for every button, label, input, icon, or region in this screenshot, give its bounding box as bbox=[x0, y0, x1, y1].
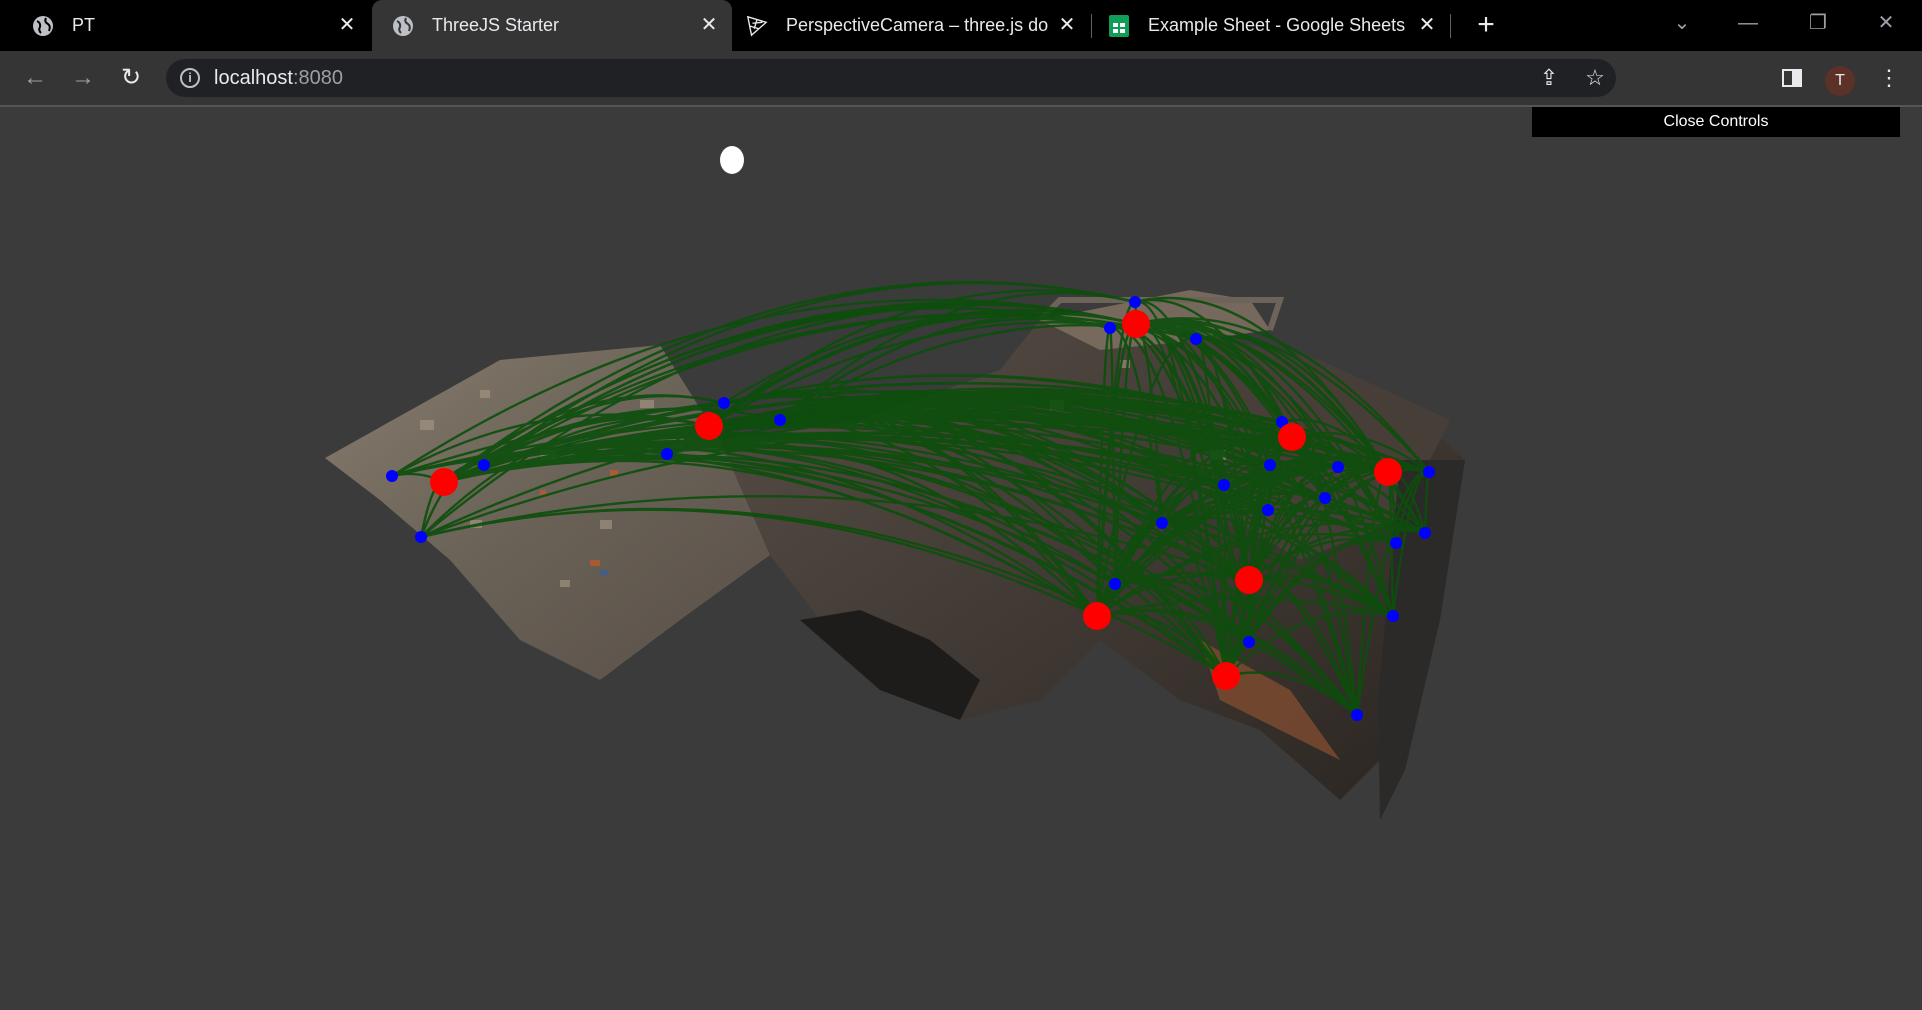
waypoint-node[interactable] bbox=[386, 470, 398, 482]
waypoint-node[interactable] bbox=[1262, 504, 1274, 516]
waypoint-node[interactable] bbox=[1264, 459, 1276, 471]
url-host: localhost bbox=[214, 66, 293, 89]
reload-button[interactable]: ↻ bbox=[114, 61, 148, 95]
camera-node[interactable] bbox=[1212, 662, 1240, 690]
back-button[interactable]: ← bbox=[18, 61, 52, 95]
waypoint-node[interactable] bbox=[1190, 333, 1202, 345]
camera-node[interactable] bbox=[695, 412, 723, 440]
profile-avatar[interactable]: T bbox=[1825, 66, 1855, 96]
threejs-icon bbox=[746, 15, 768, 37]
waypoint-node[interactable] bbox=[1243, 636, 1255, 648]
close-window-icon[interactable]: ✕ bbox=[1868, 8, 1904, 38]
close-controls-button[interactable]: Close Controls bbox=[1532, 107, 1900, 137]
waypoint-node[interactable] bbox=[661, 448, 673, 460]
camera-node[interactable] bbox=[430, 468, 458, 496]
tab-perspective-camera[interactable]: PerspectiveCamera – three.js doc ✕ bbox=[732, 0, 1090, 51]
new-tab-button[interactable]: + bbox=[1470, 9, 1502, 41]
globe-icon bbox=[32, 15, 54, 37]
threejs-canvas[interactable] bbox=[0, 107, 1922, 1010]
tab-title: Example Sheet - Google Sheets bbox=[1148, 15, 1406, 35]
tab-title: ThreeJS Starter bbox=[432, 15, 560, 35]
minimize-icon[interactable]: — bbox=[1730, 8, 1766, 38]
close-tab-icon[interactable]: ✕ bbox=[336, 14, 358, 36]
close-tab-icon[interactable]: ✕ bbox=[1056, 14, 1078, 36]
tab-pt[interactable]: PT ✕ bbox=[0, 0, 370, 51]
url-port: :8080 bbox=[292, 66, 343, 89]
restore-icon[interactable]: ❐ bbox=[1800, 8, 1836, 38]
waypoint-node[interactable] bbox=[774, 414, 786, 426]
tab-example-sheet[interactable]: Example Sheet - Google Sheets ✕ bbox=[1092, 0, 1450, 51]
forward-button[interactable]: → bbox=[66, 61, 100, 95]
tab-strip: PT ✕ ThreeJS Starter ✕ PerspectiveCamera… bbox=[0, 0, 1922, 51]
close-tab-icon[interactable]: ✕ bbox=[698, 14, 720, 36]
camera-node[interactable] bbox=[1235, 566, 1263, 594]
camera-node[interactable] bbox=[1374, 458, 1402, 486]
tab-title: PT bbox=[72, 15, 96, 35]
waypoint-node[interactable] bbox=[718, 397, 730, 409]
side-panel-icon[interactable] bbox=[1775, 61, 1809, 95]
waypoint-node[interactable] bbox=[1387, 610, 1399, 622]
address-bar[interactable]: i localhost:8080 ⇪ ☆ bbox=[166, 59, 1616, 97]
tab-threejs-starter[interactable]: ThreeJS Starter ✕ bbox=[372, 0, 732, 51]
tab-separator bbox=[1450, 14, 1451, 38]
waypoint-node[interactable] bbox=[1104, 322, 1116, 334]
waypoint-node[interactable] bbox=[1218, 479, 1230, 491]
waypoint-node[interactable] bbox=[1423, 466, 1435, 478]
waypoint-node[interactable] bbox=[1129, 296, 1141, 308]
waypoint-node[interactable] bbox=[1390, 537, 1402, 549]
menu-kebab-icon[interactable]: ⋮ bbox=[1872, 61, 1906, 95]
waypoint-node[interactable] bbox=[478, 459, 490, 471]
waypoint-node[interactable] bbox=[1319, 492, 1331, 504]
waypoint-node[interactable] bbox=[1109, 578, 1121, 590]
scene-render bbox=[325, 146, 1465, 820]
waypoint-node[interactable] bbox=[1419, 527, 1431, 539]
waypoint-node[interactable] bbox=[1332, 461, 1344, 473]
tab-title: PerspectiveCamera – three.js doc bbox=[786, 15, 1048, 35]
waypoint-node[interactable] bbox=[1156, 517, 1168, 529]
bookmark-star-icon[interactable]: ☆ bbox=[1580, 59, 1610, 97]
camera-node[interactable] bbox=[1083, 602, 1111, 630]
waypoint-node[interactable] bbox=[1351, 709, 1363, 721]
globe-icon bbox=[392, 15, 414, 37]
sheets-icon bbox=[1108, 14, 1130, 37]
camera-node[interactable] bbox=[1122, 310, 1150, 338]
browser-toolbar: ← → ↻ i localhost:8080 ⇪ ☆ T ⋮ bbox=[0, 51, 1922, 107]
share-icon[interactable]: ⇪ bbox=[1534, 59, 1564, 97]
close-tab-icon[interactable]: ✕ bbox=[1416, 14, 1438, 36]
waypoint-node[interactable] bbox=[415, 531, 427, 543]
mouse-cursor bbox=[720, 146, 744, 174]
site-info-icon[interactable]: i bbox=[180, 68, 200, 88]
tab-search-icon[interactable]: ⌄ bbox=[1664, 8, 1700, 38]
camera-node[interactable] bbox=[1278, 423, 1306, 451]
